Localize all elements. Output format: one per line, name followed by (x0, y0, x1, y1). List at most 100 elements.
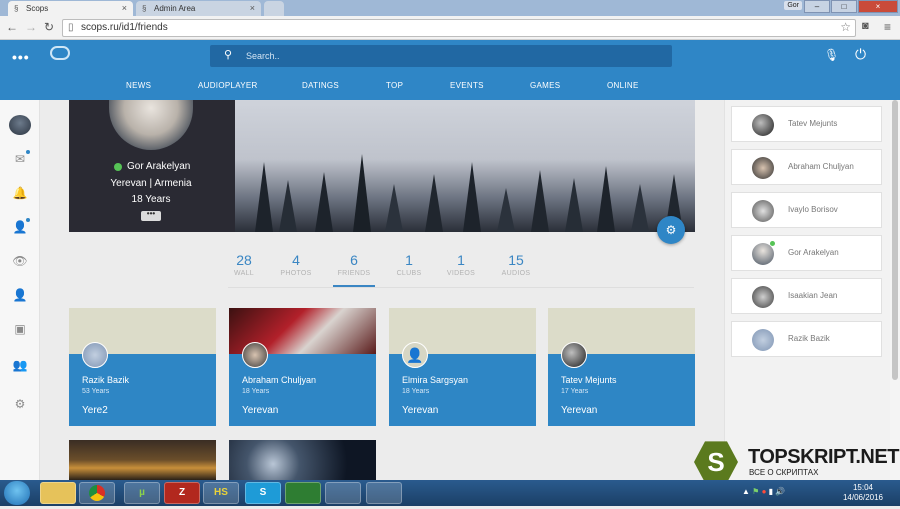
friend-city: Yere2 (82, 405, 108, 416)
stat-audios[interactable]: 15 AUDIOS (486, 252, 546, 277)
stat-value: 4 (292, 252, 300, 268)
utorrent-icon[interactable]: µ (124, 482, 160, 504)
chrome-icon[interactable] (79, 482, 115, 504)
stat-wall[interactable]: 28 WALL (214, 252, 274, 277)
sidebar-avatar[interactable] (9, 115, 31, 135)
friend-avatar (561, 342, 587, 368)
gear-icon: ⚙ (665, 223, 677, 237)
network-icon[interactable]: ▮ (769, 487, 773, 496)
friend-card[interactable]: Razik Bazik 53 Years Yere2 (69, 308, 216, 426)
close-tab-icon[interactable]: × (122, 3, 127, 13)
search-input[interactable] (246, 48, 646, 64)
friend-name: Isaakian Jean (788, 291, 838, 300)
friend-card[interactable]: Abraham Chuljyan 18 Years Yerevan (229, 308, 376, 426)
browser-menu-icon[interactable]: ≡ (884, 20, 891, 34)
browser-user-label[interactable]: Gor (784, 1, 802, 10)
explorer-icon[interactable] (40, 482, 76, 504)
close-window-icon[interactable]: × (858, 0, 898, 13)
url-field[interactable]: ▯ scops.ru/id1/friends ☆ (62, 19, 856, 37)
friend-card[interactable]: Tatev Mejunts 17 Years Yerevan (548, 308, 695, 426)
flag-icon[interactable]: ⚑ (752, 487, 759, 496)
panel-friend-item[interactable]: Razik Bazik (731, 321, 882, 357)
stat-photos[interactable]: 4 PHOTOS (266, 252, 326, 277)
nav-online[interactable]: ONLINE (607, 81, 639, 90)
power-icon[interactable]: ⏻ (855, 46, 866, 63)
friend-name: Gor Arakelyan (788, 248, 839, 257)
new-tab-button[interactable] (264, 1, 284, 16)
tray-arrow-icon[interactable]: ▲ (742, 487, 750, 496)
default-avatar-icon: 👤 (402, 342, 428, 368)
scrollbar-thumb[interactable] (892, 100, 898, 380)
profile-more-button[interactable]: ••• (141, 210, 161, 221)
reload-icon[interactable]: ↻ (44, 20, 54, 34)
ellipsis-icon[interactable]: ••• (12, 49, 30, 65)
panel-friend-item[interactable]: Ivaylo Borisov (731, 192, 882, 228)
cover-settings-button[interactable]: ⚙ (657, 216, 685, 244)
antivirus-icon[interactable]: ● (762, 487, 767, 496)
skype-icon[interactable]: S (245, 482, 281, 504)
camera-icon[interactable]: ◙ (862, 20, 869, 32)
minimize-icon[interactable]: – (804, 0, 830, 13)
online-status-icon (770, 241, 775, 246)
tab-admin-area[interactable]: § Admin Area × (136, 1, 261, 16)
nav-top[interactable]: TOP (386, 81, 403, 90)
tab-scops[interactable]: § Scops × (8, 1, 133, 16)
logo[interactable] (50, 46, 70, 60)
add-friend-icon[interactable]: 👤 (10, 218, 30, 234)
settings-gear-icon[interactable]: ⚙ (10, 397, 30, 411)
back-icon[interactable]: ← (6, 20, 18, 34)
nav-datings[interactable]: DATINGS (302, 81, 339, 90)
panel-friend-item[interactable]: Isaakian Jean (731, 278, 882, 314)
nav-events[interactable]: EVENTS (450, 81, 484, 90)
friend-age: 53 Years (82, 388, 110, 395)
photos-icon[interactable]: ▣ (10, 322, 30, 336)
panel-friend-item[interactable]: Tatev Mejunts (731, 106, 882, 142)
profile-avatar[interactable] (109, 100, 193, 150)
filezilla-icon[interactable]: Z (164, 482, 200, 504)
volume-icon[interactable]: 🔊 (775, 487, 785, 496)
vm-app-icon[interactable] (325, 482, 361, 504)
panel-friend-item[interactable]: Gor Arakelyan (731, 235, 882, 271)
nav-audioplayer[interactable]: AUDIOPLAYER (198, 81, 258, 90)
stat-friends[interactable]: 6 FRIENDS (324, 252, 384, 277)
paint-icon[interactable] (366, 482, 402, 504)
forward-icon[interactable]: → (25, 20, 37, 34)
guests-eye-icon[interactable]: 👁 (10, 254, 30, 268)
watermark-title: TOPSKRIPT.NET (748, 446, 899, 468)
friend-card-partial[interactable] (229, 440, 376, 480)
hs-app-icon[interactable]: HS (203, 482, 239, 504)
bookmark-star-icon[interactable]: ☆ (840, 20, 851, 34)
microphone-icon[interactable]: 🎙 (824, 48, 839, 62)
maximize-icon[interactable]: □ (831, 0, 857, 13)
search-icon[interactable]: ⚲ (224, 48, 232, 61)
profile-icon[interactable]: 👤 (10, 288, 30, 302)
search-bar: ⚲ (210, 45, 672, 67)
profile-age: 18 Years (131, 194, 171, 205)
scrollbar[interactable] (890, 100, 900, 480)
friend-avatar (242, 342, 268, 368)
stat-label: AUDIOS (501, 270, 531, 277)
admin-favicon-icon: § (142, 4, 147, 13)
excel-icon[interactable] (285, 482, 321, 504)
friend-name: Abraham Chuljyan (242, 375, 317, 385)
groups-icon[interactable]: 👥 (10, 358, 30, 372)
stat-videos[interactable]: 1 VIDEOS (431, 252, 491, 277)
stat-clubs[interactable]: 1 CLUBS (379, 252, 439, 277)
taskbar: µ Z HS S ▲ ⚑ ● ▮ 🔊 15:04 14/06/2016 (0, 480, 900, 506)
stat-label: PHOTOS (280, 270, 312, 277)
friend-city: Yerevan (561, 405, 598, 416)
panel-friend-item[interactable]: Abraham Chuljyan (731, 149, 882, 185)
close-tab-icon[interactable]: × (250, 3, 255, 13)
clock-time: 15:04 (852, 483, 874, 492)
page-icon: ▯ (68, 22, 74, 33)
stat-value: 15 (508, 252, 524, 268)
stat-label: CLUBS (396, 270, 422, 277)
friend-card[interactable]: 👤 Elmira Sargsyan 18 Years Yerevan (389, 308, 536, 426)
clock[interactable]: 15:04 14/06/2016 (838, 483, 888, 503)
friend-card-partial[interactable] (69, 440, 216, 480)
messages-icon[interactable]: ✉ (10, 150, 30, 166)
start-button[interactable] (4, 481, 30, 505)
nav-news[interactable]: NEWS (126, 81, 151, 90)
notifications-icon[interactable]: 🔔 (10, 186, 30, 200)
nav-games[interactable]: GAMES (530, 81, 560, 90)
